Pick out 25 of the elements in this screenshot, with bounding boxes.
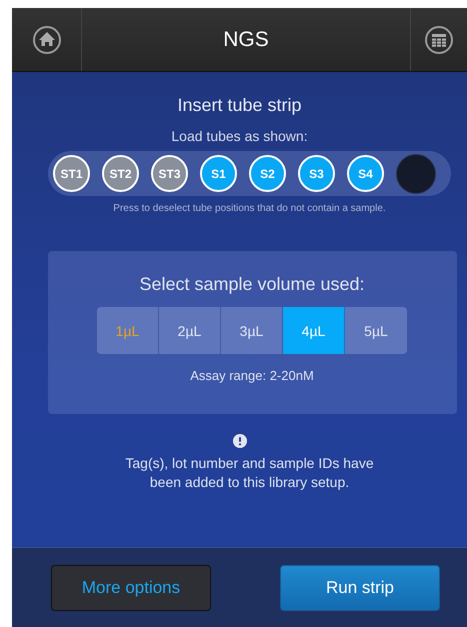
volume-title: Select sample volume used: [139,274,365,295]
info-icon [232,434,246,448]
instruction-subtitle: Load tubes as shown: [171,128,308,144]
tube-position[interactable]: S1 [200,155,237,192]
assay-range: Assay range: 2-20nM [190,368,314,383]
volume-option[interactable]: 5µL [345,307,407,354]
grid-icon [424,24,454,54]
notice-text: Tag(s), lot number and sample IDs have been added to this library setup. [124,454,375,492]
tube-position[interactable] [396,154,436,194]
volume-option[interactable]: 2µL [159,307,221,354]
volume-option[interactable]: 4µL [283,307,345,354]
volume-option[interactable]: 3µL [221,307,283,354]
tube-position[interactable]: ST2 [102,155,139,192]
tube-position[interactable]: ST1 [53,155,90,192]
tube-position[interactable]: S4 [347,155,384,192]
volume-option[interactable]: 1µL [97,307,159,354]
run-button[interactable]: Run strip [280,564,440,610]
screen-title: NGS [222,26,270,52]
hint-text: Press to deselect tube positions that do not contain a sample. [113,203,386,214]
tube-position[interactable]: S3 [298,155,335,192]
tube-position[interactable]: ST3 [151,155,188,192]
options-button[interactable]: More options [51,564,211,610]
instruction-title: Insert tube strip [177,95,302,116]
home-icon [32,24,62,54]
tube-position[interactable]: S2 [249,155,286,192]
